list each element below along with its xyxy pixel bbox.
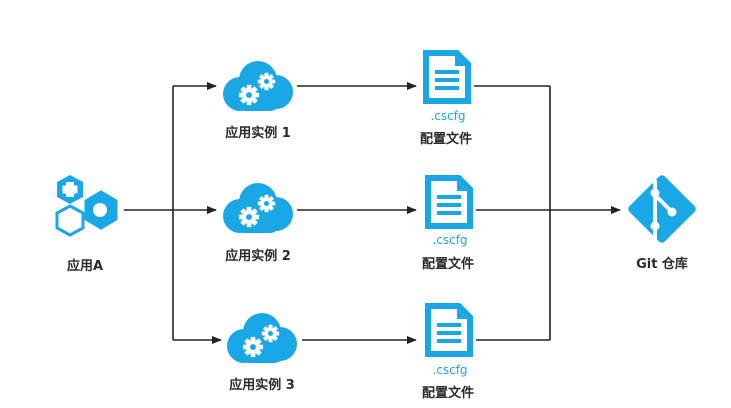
config-ext-1: .cscfg (430, 109, 465, 123)
instance-node-3: 应用实例 3 (227, 313, 297, 393)
document-icon (425, 303, 473, 357)
target-label: Git 仓库 (636, 256, 688, 272)
document-icon (423, 50, 471, 104)
source-node: 应用A (55, 175, 118, 274)
config-node-1: .cscfg 配置文件 (420, 50, 472, 147)
instance-node-1: 应用实例 1 (223, 61, 293, 141)
git-icon (628, 175, 696, 244)
instance-label-1: 应用实例 1 (225, 125, 291, 141)
instance-label-3: 应用实例 3 (229, 377, 295, 393)
config-node-2: .cscfg 配置文件 (422, 175, 474, 272)
config-ext-3: .cscfg (432, 363, 467, 377)
cloud-gears-icon (223, 61, 293, 111)
config-node-3: .cscfg 配置文件 (422, 303, 474, 401)
cloud-gears-icon (227, 313, 297, 363)
config-label-3: 配置文件 (422, 385, 474, 401)
source-label: 应用A (67, 258, 103, 274)
config-ext-2: .cscfg (432, 233, 467, 247)
deployment-diagram: 应用A 应用实例 1 应用实例 2 应用实例 3 .cscfg 配置文件 .cs… (55, 50, 696, 401)
instance-node-2: 应用实例 2 (223, 183, 293, 264)
cloud-gears-icon (223, 183, 293, 233)
document-icon (425, 175, 473, 229)
instance-label-2: 应用实例 2 (225, 248, 291, 264)
config-label-1: 配置文件 (420, 131, 472, 147)
config-label-2: 配置文件 (422, 256, 474, 272)
hexagon-app-icon (55, 175, 118, 237)
target-node: Git 仓库 (628, 175, 696, 272)
